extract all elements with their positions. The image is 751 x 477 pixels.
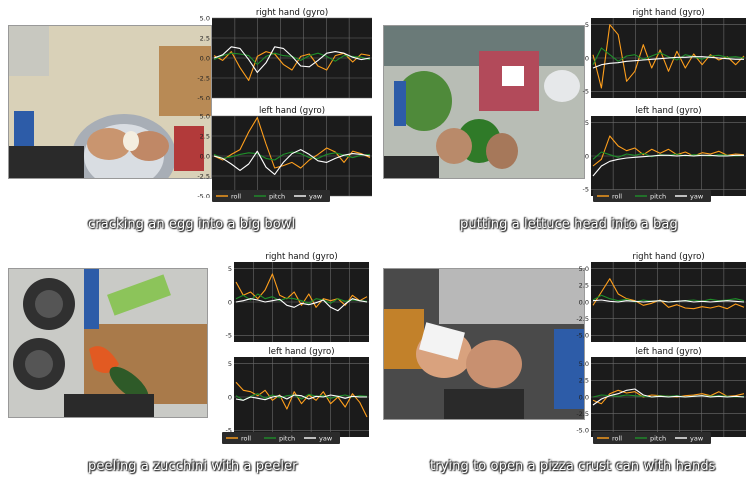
chart-title: right hand (gyro) (256, 8, 328, 18)
y-tick-label: -2.5 (576, 315, 589, 323)
legend-label-roll: roll (231, 193, 241, 201)
y-tick-label: -5 (583, 186, 589, 194)
legend-label-yaw: yaw (690, 193, 704, 201)
legend-label-roll: roll (241, 435, 251, 443)
pizza-can-photo (383, 268, 585, 420)
chart-title: right hand (gyro) (265, 252, 337, 262)
lettuce-bag-photo (383, 25, 585, 179)
y-tick-label: 5 (228, 360, 232, 368)
y-tick-label: 0 (585, 152, 589, 160)
gyro-line-chart: right hand (gyro) 5.0 2.5 0.0 -2.5 -5.0 (197, 8, 372, 100)
y-tick-label: 2.5 (579, 377, 589, 385)
y-tick-label: -2.5 (197, 74, 210, 82)
gyro-line-chart: left hand (gyro) 5.0 2.5 0.0 -2.5 -5.0 (197, 106, 372, 198)
y-tick-label: 0 (228, 393, 232, 401)
y-tick-label: -5.0 (576, 427, 589, 435)
y-tick-label: 2.5 (200, 132, 210, 140)
chart-legend: roll pitch yaw (593, 432, 711, 444)
y-tick-label: -5 (583, 88, 589, 96)
y-tick-label: 5.0 (200, 14, 210, 22)
chart-legend: roll pitch yaw (212, 190, 330, 202)
gyro-line-chart: right hand (gyro) 5.0 2.5 0.0 -2.5 -5.0 (576, 252, 746, 342)
y-tick-label: 5 (228, 265, 232, 273)
panel-caption: peeling a zucchini with a peeler (88, 459, 298, 474)
gyro-line-chart: left hand (gyro) 5 0 -5 (583, 106, 746, 196)
panel-caption: putting a lettuce head into a bag (460, 217, 678, 232)
chart-title: left hand (gyro) (259, 106, 325, 116)
legend-label-pitch: pitch (650, 193, 666, 201)
y-tick-label: -5.0 (197, 94, 210, 100)
y-tick-label: 5 (585, 21, 589, 29)
legend-label-yaw: yaw (309, 193, 323, 201)
legend-label-yaw: yaw (319, 435, 333, 443)
panel-caption: cracking an egg into a big bowl (88, 217, 296, 232)
y-tick-label: 0 (228, 298, 232, 306)
y-tick-label: 0.0 (579, 298, 589, 306)
y-tick-label: 5.0 (579, 360, 589, 368)
chart-legend: roll pitch yaw (593, 190, 711, 202)
y-tick-label: 0.0 (200, 152, 210, 160)
legend-label-pitch: pitch (279, 435, 295, 443)
gyro-line-chart: left hand (gyro) 5.0 2.5 0.0 -2.5 -5.0 (576, 347, 746, 437)
gyro-line-chart: right hand (gyro) 5 0 -5 (583, 8, 746, 98)
legend-label-pitch: pitch (269, 193, 285, 201)
y-tick-label: -2.5 (576, 410, 589, 418)
y-tick-label: -5 (226, 332, 232, 340)
y-tick-label: -5.0 (576, 332, 589, 340)
chart-title: left hand (gyro) (268, 347, 334, 357)
chart-legend: roll pitch yaw (222, 432, 340, 444)
chart-title: left hand (gyro) (635, 106, 701, 116)
legend-label-yaw: yaw (690, 435, 704, 443)
y-tick-label: 2.5 (200, 34, 210, 42)
y-tick-label: 0.0 (200, 54, 210, 62)
gyro-line-chart: left hand (gyro)50-5 (226, 347, 369, 437)
chart-title: left hand (gyro) (635, 347, 701, 357)
y-tick-label: 5.0 (200, 112, 210, 120)
y-tick-label: 0 (585, 54, 589, 62)
y-tick-label: 5 (585, 119, 589, 127)
chart-title: right hand (gyro) (632, 8, 704, 18)
legend-label-pitch: pitch (650, 435, 666, 443)
chart-title: right hand (gyro) (632, 252, 704, 262)
y-tick-label: -5.0 (197, 192, 210, 198)
zucchini-peeler-photo (8, 268, 208, 418)
gyro-line-chart: right hand (gyro) 5 0 -5 (226, 252, 369, 342)
y-tick-label: 0.0 (579, 393, 589, 401)
egg-bowl-photo (8, 25, 212, 179)
panel-caption: trying to open a pizza crust can with ha… (430, 459, 716, 474)
y-tick-label: 2.5 (579, 282, 589, 290)
y-tick-label: 5.0 (579, 265, 589, 273)
legend-label-roll: roll (612, 193, 622, 201)
legend-label-roll: roll (612, 435, 622, 443)
y-tick-label: -2.5 (197, 172, 210, 180)
